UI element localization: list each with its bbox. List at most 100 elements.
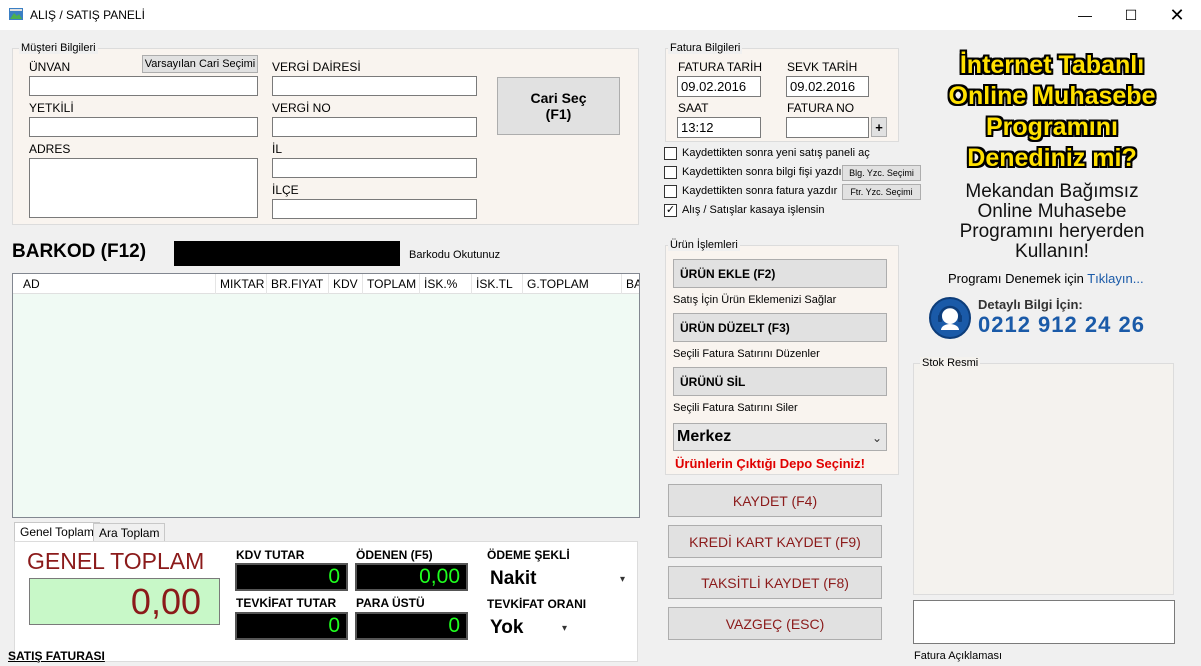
column-header-br-fiyat[interactable]: BR.FIYAT [267,274,329,294]
tevkifat-label: TEVKİFAT TUTAR [236,596,337,610]
maximize-icon[interactable]: ☐ [1108,0,1154,30]
general-total-value: 0,00 [29,578,220,625]
adres-label: ADRES [29,142,71,156]
minimize-icon[interactable]: — [1062,0,1108,30]
cancel-button[interactable]: VAZGEÇ (ESC) [668,607,882,640]
invoice-group-title: Fatura Bilgileri [668,42,743,54]
tevkifat-value: 0 [235,612,348,640]
depot-select[interactable]: Merkez ⌄ [673,423,887,451]
change-value: 0 [355,612,468,640]
fatura-tarih-label: FATURA TARİH [678,60,763,74]
option-label-3: Alış / Satışlar kasaya işlensin [682,204,825,216]
ad-title-line: Denediniz mi? [967,144,1137,172]
saat-input[interactable]: 13:12 [677,117,761,138]
ad-title-line: Programını [986,113,1118,141]
fatura-no-input[interactable] [786,117,869,138]
ad-phone-number: 0212 912 24 26 [978,312,1145,337]
add-invoice-no-button[interactable]: + [871,117,887,137]
general-total-label: GENEL TOPLAM [27,548,205,574]
invoice-notes-label: Fatura Açıklaması [914,650,1003,662]
edit-product-button[interactable]: ÜRÜN DÜZELT (F3) [673,313,887,342]
depot-warning: Ürünlerin Çıktığı Depo Seçiniz! [675,456,865,471]
delete-product-button[interactable]: ÜRÜNÜ SİL [673,367,887,396]
payment-type-value: Nakit [490,568,537,589]
change-label: PARA ÜSTÜ [356,596,425,610]
option-label-1: Kaydettikten sonra bilgi fişi yazdır [682,166,846,178]
depot-select-value: Merkez [677,428,732,445]
column-header-ad[interactable]: AD [13,274,216,294]
app-icon [9,8,23,20]
stock-image-group [913,363,1174,595]
barcode-hint: Barkodu Okutunuz [409,249,501,261]
column-header-isk-tl[interactable]: İSK.TL [472,274,523,294]
column-header-g-toplam[interactable]: G.TOPLAM [523,274,622,294]
add-product-desc: Satış İçin Ürün Eklemenizi Sağlar [673,294,837,306]
il-input[interactable] [272,158,477,178]
unvan-input[interactable] [29,76,258,96]
ad-try-link[interactable]: Tıklayın... [1087,271,1143,286]
add-product-button[interactable]: ÜRÜN EKLE (F2) [673,259,887,288]
info-printer-select-button[interactable]: Blg. Yzc. Seçimi [842,165,921,181]
invoice-type-label: SATIŞ FATURASI [8,649,105,663]
column-header-isk-yuzde[interactable]: İSK.% [420,274,472,294]
adres-input[interactable] [29,158,258,218]
dropdown-arrow-icon: ▾ [620,574,626,585]
option-checkbox-0[interactable] [664,147,677,160]
product-ops-title: Ürün İşlemleri [668,239,740,251]
option-checkbox-1[interactable] [664,166,677,179]
tevkifat-rate-label: TEVKİFAT ORANI [487,597,587,611]
ad-title-line: İnternet Tabanlı [959,51,1145,79]
ad-sub-line: Kullanın! [1015,241,1089,262]
kdv-value: 0 [235,563,348,591]
credit-card-save-button[interactable]: KREDİ KART KAYDET (F9) [668,525,882,558]
default-customer-button[interactable]: Varsayılan Cari Seçimi [142,55,258,73]
ad-sub-line: Online Muhasebe [977,201,1127,222]
select-customer-button[interactable]: Cari Seç (F1) [497,77,620,135]
column-header-ba[interactable]: BA [622,274,639,294]
support-headset-icon [929,297,971,339]
invoice-printer-select-button[interactable]: Ftr. Yzc. Seçimi [842,184,921,200]
payment-type-label: ÖDEME ŞEKLİ [487,548,570,562]
ilce-input[interactable] [272,199,477,219]
barcode-title: BARKOD (F12) [12,241,147,262]
sevk-tarih-input[interactable]: 09.02.2016 [786,76,869,97]
delete-product-desc: Seçili Fatura Satırını Siler [673,402,798,414]
option-label-0: Kaydettikten sonra yeni satış paneli aç [682,147,870,159]
yetkili-input[interactable] [29,117,258,137]
edit-product-desc: Seçili Fatura Satırını Düzenler [673,348,820,360]
kdv-label: KDV TUTAR [236,548,305,562]
ad-try-row: Programı Denemek için Tıklayın... [948,271,1144,286]
unvan-label: ÜNVAN [29,60,71,74]
option-checkbox-3[interactable]: ✓ [664,204,677,217]
ad-title[interactable]: İnternet Tabanlı Online Muhasebe Program… [914,50,1190,174]
column-header-kdv[interactable]: KDV [329,274,363,294]
option-checkbox-2[interactable] [664,185,677,198]
tevkifat-rate-select[interactable]: Yok ▾ [487,613,574,643]
saat-label: SAAT [678,101,709,115]
ad-subtitle: Mekandan Bağımsız Online Muhasebe Progra… [914,182,1190,262]
column-header-toplam[interactable]: TOPLAM [363,274,420,294]
invoice-notes-input[interactable] [913,600,1175,644]
close-icon[interactable]: ✕ [1154,0,1200,30]
grid-header: AD MIKTAR BR.FIYAT KDV TOPLAM İSK.% İSK.… [13,274,639,294]
ad-title-line: Online Muhasebe [948,82,1156,110]
vergi-no-input[interactable] [272,117,477,137]
vergi-no-label: VERGİ NO [272,101,331,115]
tab-sub-total[interactable]: Ara Toplam [93,523,166,543]
paid-input[interactable]: 0,00 [355,563,468,591]
ad-sub-line: Mekandan Bağımsız [965,181,1139,202]
product-grid[interactable]: AD MIKTAR BR.FIYAT KDV TOPLAM İSK.% İSK.… [12,273,640,518]
window-title: ALIŞ / SATIŞ PANELİ [30,8,145,22]
vergi-dairesi-input[interactable] [272,76,477,96]
chevron-down-icon: ⌄ [872,431,883,445]
payment-type-select[interactable]: Nakit ▾ [487,564,631,594]
vergi-dairesi-label: VERGİ DAİRESİ [272,60,361,74]
tab-general-total[interactable]: Genel Toplam [14,522,100,542]
barcode-input[interactable] [174,241,400,266]
save-button[interactable]: KAYDET (F4) [668,484,882,517]
fatura-tarih-input[interactable]: 09.02.2016 [677,76,761,97]
stock-image-title: Stok Resmi [920,357,981,369]
fatura-no-label: FATURA NO [787,101,855,115]
installment-save-button[interactable]: TAKSİTLİ KAYDET (F8) [668,566,882,599]
column-header-miktar[interactable]: MIKTAR [216,274,267,294]
